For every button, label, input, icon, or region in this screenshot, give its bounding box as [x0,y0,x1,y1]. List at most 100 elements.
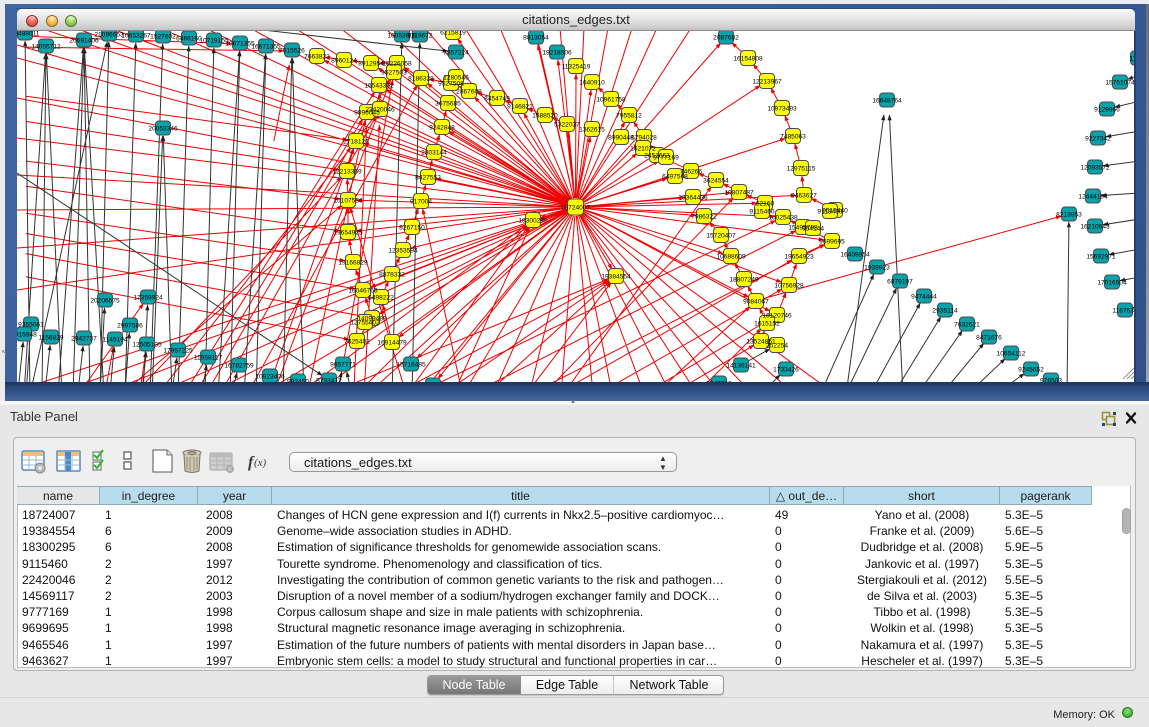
svg-text:8912954: 8912954 [358,61,384,68]
svg-text:20364436: 20364436 [678,195,708,202]
svg-text:7857224: 7857224 [443,50,469,57]
svg-text:9242848: 9242848 [429,125,455,132]
svg-text:1615152: 1615152 [754,321,780,328]
svg-text:8454749: 8454749 [484,96,510,103]
svg-text:20053346: 20053346 [148,126,178,133]
svg-text:12213967: 12213967 [752,79,782,86]
svg-text:20488011: 20488011 [17,31,40,38]
svg-text:16671355: 16671355 [251,44,281,51]
svg-text:11173: 11173 [1129,56,1134,63]
svg-text:10756928: 10756928 [774,283,804,290]
svg-text:1156829: 1156829 [38,335,64,342]
svg-text:3915948: 3915948 [17,332,37,339]
svg-text:6879197: 6879197 [887,279,913,286]
svg-text:9699695: 9699695 [819,239,845,246]
svg-text:19384554: 19384554 [601,274,631,281]
svg-text:15720407: 15720407 [706,233,736,240]
svg-text:2935114: 2935114 [932,308,958,315]
svg-text:2087682: 2087682 [713,35,739,42]
svg-text:10654112: 10654112 [997,351,1026,358]
svg-text:18724007: 18724007 [561,205,591,212]
svg-text:9146821: 9146821 [507,104,533,111]
svg-text:17359924: 17359924 [133,295,163,302]
svg-text:12213369: 12213369 [332,169,362,176]
svg-text:7955812: 7955812 [616,113,642,120]
svg-text:1733426: 1733426 [773,367,799,374]
svg-text:8213953: 8213953 [1056,212,1082,219]
svg-text:12093572: 12093572 [1080,165,1110,172]
svg-text:9129966: 9129966 [1094,107,1120,114]
svg-text:15226058: 15226058 [382,61,412,68]
svg-text:21096653: 21096653 [94,32,124,39]
svg-text:992450: 992450 [287,379,309,383]
svg-text:2867608: 2867608 [456,89,482,96]
svg-text:16782759: 16782759 [224,363,254,370]
svg-text:9113400: 9113400 [817,209,843,216]
svg-text:16120746: 16120746 [762,313,792,320]
svg-text:9777169: 9777169 [653,155,679,162]
svg-text:16210643: 16210643 [1080,224,1110,231]
svg-text:10961758: 10961758 [596,97,626,104]
svg-text:19654925: 19654925 [333,230,363,237]
svg-text:9227342: 9227342 [1085,136,1111,143]
svg-text:8878332: 8878332 [379,272,405,279]
svg-text:(x): (x) [254,457,267,469]
svg-text:1588520: 1588520 [532,113,558,120]
svg-text:12353594: 12353594 [388,248,418,255]
svg-text:20691406: 20691406 [69,38,99,45]
svg-text:1621072: 1621072 [630,146,656,153]
svg-text:14136141: 14136141 [726,363,756,370]
svg-text:3675685: 3675685 [435,101,461,108]
svg-text:14055712: 14055712 [31,44,61,51]
svg-text:1145194: 1145194 [102,337,128,344]
svg-text:16046766: 16046766 [348,288,378,295]
svg-text:9527508: 9527508 [438,81,464,88]
svg-text:7625402: 7625402 [344,339,370,346]
svg-text:9245652: 9245652 [1018,367,1044,374]
svg-text:3624554: 3624554 [703,178,729,185]
svg-text:17957225: 17957225 [163,348,193,355]
svg-text:15751074: 15751074 [1105,80,1134,87]
svg-text:8471676: 8471676 [976,335,1002,342]
svg-text:20206575: 20206575 [90,298,120,305]
svg-text:8813054: 8813054 [523,35,549,42]
svg-text:954144: 954144 [802,226,824,233]
svg-text:23420046: 23420046 [365,107,395,114]
svg-text:7663822: 7663822 [304,54,330,61]
svg-text:19218506: 19218506 [542,50,572,57]
svg-text:16154808: 16154808 [733,56,763,63]
svg-text:10807487: 10807487 [724,190,754,197]
svg-text:9245012: 9245012 [706,381,732,383]
svg-text:7485063: 7485063 [780,134,806,141]
svg-text:15692971: 15692971 [1086,254,1116,261]
svg-text:9657771: 9657771 [330,362,356,369]
svg-text:12444194: 12444194 [1078,194,1108,201]
svg-text:11325419: 11325419 [562,64,591,71]
svg-text:1527602: 1527602 [150,34,176,41]
svg-text:1280546: 1280546 [443,75,469,82]
svg-text:8267150: 8267150 [399,225,425,232]
svg-text:976503: 976503 [1040,378,1062,383]
svg-text:10653267: 10653267 [121,33,151,40]
svg-text:9463627: 9463627 [791,193,817,200]
svg-text:2942737: 2942737 [71,336,97,343]
svg-text:7632621: 7632621 [954,322,980,329]
svg-text:1167533: 1167533 [1112,308,1134,315]
svg-text:9115460: 9115460 [749,209,775,216]
svg-text:16543362: 16543362 [364,83,394,90]
svg-text:18807249: 18807249 [729,277,759,284]
svg-text:16914479: 16914479 [377,340,407,347]
svg-text:6466160: 6466160 [176,36,202,43]
svg-text:10923406: 10923406 [255,374,285,381]
svg-text:11958117: 11958117 [194,355,223,362]
svg-text:2997586: 2997586 [117,323,143,330]
svg-text:6497568: 6497568 [662,174,688,181]
svg-text:917004: 917004 [410,199,432,206]
svg-text:19654923: 19654923 [784,254,814,261]
svg-text:10107554: 10107554 [333,198,363,205]
svg-text:10025438: 10025438 [768,215,798,222]
svg-text:8793412: 8793412 [316,378,342,383]
svg-text:6794028: 6794028 [631,135,657,142]
svg-text:6498222: 6498222 [368,295,394,302]
svg-text:17016504: 17016504 [1097,280,1127,287]
